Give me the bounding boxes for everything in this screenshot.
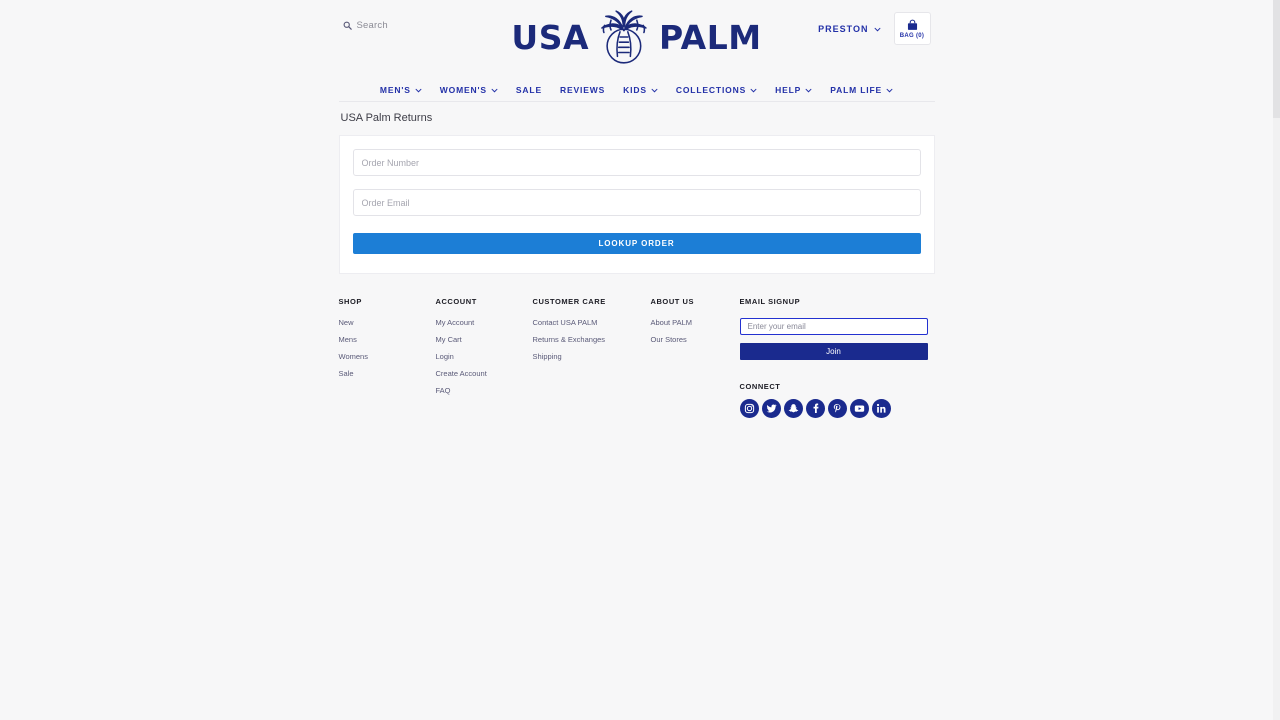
footer-column-about-us: ABOUT US About PALM Our Stores <box>651 297 737 418</box>
twitter-icon <box>766 403 777 414</box>
site-footer: SHOP New Mens Womens Sale ACCOUNT My Accoun… <box>339 274 935 418</box>
nav-item-women-s[interactable]: WOMEN'S <box>440 85 498 95</box>
footer-link-my-account[interactable]: My Account <box>436 318 533 327</box>
page-content: Search USA PALM PRESTON BAG (0) MEN'S WO… <box>0 0 1273 418</box>
lookup-order-button[interactable]: LOOKUP ORDER <box>352 233 921 254</box>
footer-link-my-cart[interactable]: My Cart <box>436 335 533 344</box>
footer-link-faq[interactable]: FAQ <box>436 386 533 395</box>
twitter-link[interactable] <box>761 399 781 418</box>
main-content: USA Palm Returns LOOKUP ORDER <box>338 102 935 274</box>
header-account-area: PRESTON BAG (0) <box>818 12 931 45</box>
page-scrollbar[interactable] <box>1273 0 1280 720</box>
footer-heading-account: ACCOUNT <box>435 297 477 306</box>
facebook-icon <box>810 403 821 414</box>
page-title: USA Palm Returns <box>340 112 433 124</box>
footer-link-about-palm[interactable]: About PALM <box>651 318 737 327</box>
shopping-bag-button[interactable]: BAG (0) <box>893 12 931 45</box>
chevron-down-icon <box>651 86 658 93</box>
nav-item-label: COLLECTIONS <box>675 84 747 95</box>
social-links <box>739 399 934 418</box>
footer-column-email-signup: EMAIL SIGNUP Join CONNECT <box>739 297 934 418</box>
main-navigation: MEN'S WOMEN'S SALE REVIEWS KIDS COLLECTIONS HE… <box>338 78 935 102</box>
footer-link-our-stores[interactable]: Our Stores <box>651 335 737 344</box>
page-root: Search USA PALM PRESTON BAG (0) MEN'S WO… <box>0 0 1280 720</box>
nav-item-label: WOMEN'S <box>439 84 487 95</box>
footer-column-shop: SHOP New Mens Womens Sale <box>339 297 436 418</box>
instagram-link[interactable] <box>739 399 759 418</box>
footer-column-account: ACCOUNT My Account My Cart Login Create Acc… <box>436 297 533 418</box>
shopping-bag-icon <box>906 19 919 32</box>
nav-item-reviews[interactable]: REVIEWS <box>560 85 605 95</box>
palm-tree-icon <box>591 6 657 68</box>
order-number-input[interactable] <box>352 149 921 176</box>
site-header: Search USA PALM PRESTON BAG (0) <box>339 0 935 78</box>
search-label: Search <box>356 20 388 31</box>
footer-link-womens[interactable]: Womens <box>339 352 436 361</box>
footer-heading-customer-care: CUSTOMER CARE <box>532 297 606 306</box>
nav-item-label: MEN'S <box>379 84 411 95</box>
returns-form-card: LOOKUP ORDER <box>338 135 935 274</box>
linkedin-link[interactable] <box>871 399 891 418</box>
facebook-link[interactable] <box>805 399 825 418</box>
email-signup-input[interactable] <box>739 318 928 335</box>
footer-links-account: My Account My Cart Login Create Account FAQ <box>436 318 533 395</box>
site-logo[interactable]: USA PALM <box>511 6 761 68</box>
footer-links-customer-care: Contact USA PALM Returns & Exchanges Shipp… <box>533 318 651 361</box>
nav-item-men-s[interactable]: MEN'S <box>380 85 422 95</box>
footer-heading-connect: CONNECT <box>739 382 781 391</box>
scrollbar-thumb[interactable] <box>1273 0 1280 118</box>
join-button[interactable]: Join <box>739 343 928 360</box>
nav-item-help[interactable]: HELP <box>775 85 812 95</box>
nav-list: MEN'S WOMEN'S SALE REVIEWS KIDS COLLECTIONS HE… <box>339 78 935 101</box>
footer-link-create-account[interactable]: Create Account <box>436 369 533 378</box>
bag-count-label: BAG (0) <box>899 32 925 39</box>
footer-links-shop: New Mens Womens Sale <box>339 318 436 378</box>
pinterest-icon <box>832 403 843 414</box>
chevron-down-icon <box>805 86 812 93</box>
nav-item-label: PALM LIFE <box>830 84 883 95</box>
chevron-down-icon <box>415 86 422 93</box>
footer-link-mens[interactable]: Mens <box>339 335 436 344</box>
order-email-input[interactable] <box>352 189 921 216</box>
nav-item-palm-life[interactable]: PALM LIFE <box>830 85 893 95</box>
search-icon <box>343 21 352 30</box>
youtube-icon <box>854 403 865 414</box>
footer-heading-email-signup: EMAIL SIGNUP <box>739 297 801 306</box>
footer-link-sale[interactable]: Sale <box>339 369 436 378</box>
logo-text-usa: USA <box>511 17 590 57</box>
account-name-label: PRESTON <box>818 23 869 34</box>
nav-item-label: HELP <box>775 84 802 95</box>
search-button[interactable]: Search <box>343 20 388 31</box>
snapchat-icon <box>788 403 799 414</box>
nav-item-label: SALE <box>515 84 542 95</box>
footer-link-contact-usa-palm[interactable]: Contact USA PALM <box>533 318 651 327</box>
linkedin-icon <box>876 403 887 414</box>
instagram-icon <box>744 403 755 414</box>
chevron-down-icon <box>750 86 757 93</box>
footer-heading-about-us: ABOUT US <box>650 297 695 306</box>
chevron-down-icon <box>886 86 893 93</box>
footer-link-returns-exchanges[interactable]: Returns & Exchanges <box>533 335 651 344</box>
nav-item-label: KIDS <box>623 84 647 95</box>
footer-links-about-us: About PALM Our Stores <box>651 318 737 344</box>
footer-link-new[interactable]: New <box>339 318 436 327</box>
footer-link-login[interactable]: Login <box>436 352 533 361</box>
youtube-link[interactable] <box>849 399 869 418</box>
chevron-down-icon <box>874 25 881 32</box>
nav-item-label: REVIEWS <box>559 84 606 95</box>
footer-link-shipping[interactable]: Shipping <box>533 352 651 361</box>
account-menu-button[interactable]: PRESTON <box>818 24 880 34</box>
footer-heading-shop: SHOP <box>338 297 362 306</box>
chevron-down-icon <box>491 86 498 93</box>
pinterest-link[interactable] <box>827 399 847 418</box>
nav-item-collections[interactable]: COLLECTIONS <box>676 85 757 95</box>
footer-column-customer-care: CUSTOMER CARE Contact USA PALM Returns & … <box>533 297 651 418</box>
logo-text-palm: PALM <box>659 17 762 57</box>
snapchat-link[interactable] <box>783 399 803 418</box>
nav-item-sale[interactable]: SALE <box>516 85 542 95</box>
nav-item-kids[interactable]: KIDS <box>623 85 658 95</box>
